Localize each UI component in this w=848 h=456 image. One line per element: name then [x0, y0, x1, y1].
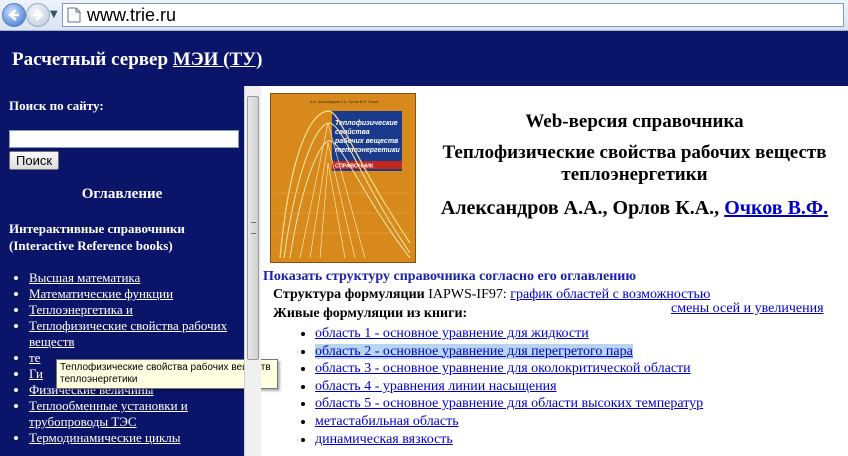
structure-graph-link-cont[interactable]: смены осей и увеличения: [671, 301, 824, 317]
list-item: область 2 - основное уравнение для перег…: [315, 343, 703, 361]
page-icon: [67, 7, 81, 23]
site-title-link[interactable]: МЭИ (ТУ): [173, 49, 263, 70]
list-item: область 4 - уравнения линии насыщения: [315, 378, 703, 396]
sidebar-item: Математические функции: [29, 286, 239, 302]
toc-title: Оглавление: [81, 186, 163, 202]
sidebar-item-link[interactable]: Теплообменные установки и трубопроводы Т…: [29, 398, 188, 429]
reference-books-title: Интерактивные справочники (Interactive R…: [9, 221, 185, 253]
show-structure-link[interactable]: Показать структуру справочника согласно …: [263, 269, 636, 285]
authors-text: Александров А.А., Орлов К.А.,: [440, 197, 725, 219]
formulation-link[interactable]: метастабильная область: [315, 414, 459, 429]
sidebar-list: Высшая математика Математические функции…: [9, 270, 239, 446]
sidebar-scrollbar[interactable]: [244, 86, 261, 456]
list-item: динамическая вязкость: [315, 431, 703, 449]
search-input[interactable]: [9, 130, 239, 148]
history-dropdown-icon[interactable]: ▼: [50, 9, 58, 20]
sidebar-item-link[interactable]: Термодинамические циклы: [29, 430, 181, 445]
main-content: А.А. Александров К.А. Орлов В.Ф. Очков Т…: [261, 86, 848, 456]
structure-graph-link[interactable]: график областей с возможностью: [510, 287, 710, 302]
structure-value: IAPWS-IF97:: [424, 287, 511, 302]
authors-line: Александров А.А., Орлов К.А., Очков В.Ф.: [421, 197, 848, 220]
formulation-list: область 1 - основное уравнение для жидко…: [295, 325, 703, 448]
sidebar-item-link[interactable]: те: [29, 350, 40, 365]
sidebar-item-link[interactable]: Математические функции: [29, 286, 173, 301]
formulation-link-highlighted[interactable]: область 2 - основное уравнение для перег…: [315, 343, 633, 359]
formulation-link[interactable]: область 3 - основное уравнение для около…: [315, 361, 691, 376]
page-heading: Web-версия справочника: [525, 111, 744, 132]
search-label: Поиск по сайту:: [9, 98, 104, 113]
list-item: область 1 - основное уравнение для жидко…: [315, 325, 703, 343]
sidebar-item-link[interactable]: Ги: [29, 366, 43, 381]
sidebar-item: Теплофизические свойства рабочих веществ: [29, 318, 239, 350]
sidebar-item: Теплообменные установки и трубопроводы Т…: [29, 398, 239, 430]
formulation-link[interactable]: динамическая вязкость: [315, 432, 453, 447]
book-title-line4: теплоэнергетики: [335, 147, 401, 154]
book-subtitle: СПРАВОЧНИК: [335, 164, 374, 170]
sidebar-item: Термодинамические циклы: [29, 430, 239, 446]
scrollbar-grip-icon: [251, 222, 256, 234]
address-field[interactable]: www.trie.ru: [62, 3, 844, 27]
back-arrow-icon: [8, 9, 19, 21]
list-item: область 3 - основное уравнение для около…: [315, 360, 703, 378]
site-title-text: Расчетный сервер: [12, 49, 173, 70]
author-link[interactable]: Очков В.Ф.: [724, 197, 828, 219]
sidebar: Поиск по сайту: Поиск Оглавление Интерак…: [0, 86, 244, 456]
search-button[interactable]: Поиск: [9, 151, 60, 170]
sidebar-item-link[interactable]: Теплоэнергетика и: [29, 302, 133, 317]
scrollbar-thumb[interactable]: [247, 96, 259, 360]
formulation-link[interactable]: область 1 - основное уравнение для жидко…: [315, 326, 589, 341]
forward-button[interactable]: [26, 3, 50, 27]
list-item: метастабильная область: [315, 413, 703, 431]
site-title: Расчетный сервер МЭИ (ТУ): [12, 49, 262, 71]
list-item: область 5 - основное уравнение для облас…: [315, 395, 703, 413]
book-title-heading: Теплофизические свойства рабочих веществ…: [442, 142, 827, 185]
book-authors-text: А.А. Александров К.А. Орлов В.Ф. Очков: [310, 100, 378, 104]
book-cover-image[interactable]: А.А. Александров К.А. Орлов В.Ф. Очков Т…: [270, 93, 416, 263]
url-text[interactable]: www.trie.ru: [87, 4, 176, 26]
formulation-link[interactable]: область 4 - уравнения линии насыщения: [315, 379, 557, 394]
back-button[interactable]: [2, 3, 26, 27]
sidebar-item-link[interactable]: Теплофизические свойства рабочих веществ: [29, 318, 227, 349]
sidebar-item: Высшая математика: [29, 270, 239, 286]
sidebar-item-link[interactable]: Высшая математика: [29, 270, 140, 285]
live-formulations-title: Живые формуляции из книги:: [273, 306, 468, 321]
browser-address-bar: ▼ www.trie.ru: [0, 0, 848, 31]
sidebar-item: Теплоэнергетика и: [29, 302, 239, 318]
page-header: Расчетный сервер МЭИ (ТУ): [0, 31, 848, 86]
structure-label: Структура формуляции: [273, 287, 425, 302]
forward-arrow-icon: [33, 9, 44, 21]
book-title-line1: Теплофизические: [335, 120, 398, 127]
formulation-link[interactable]: область 5 - основное уравнение для облас…: [315, 396, 703, 411]
